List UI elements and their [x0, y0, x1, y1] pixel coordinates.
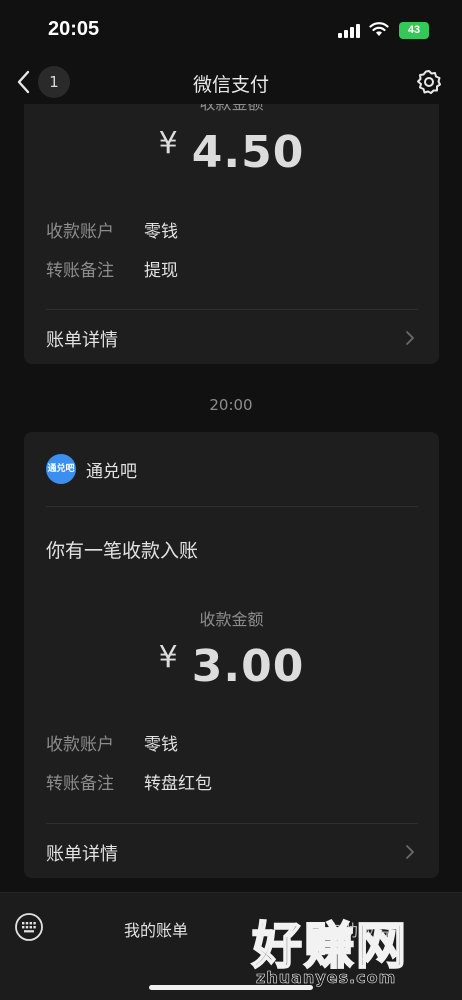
field-value: 零钱: [144, 222, 178, 242]
field-value: 转盘红包: [144, 774, 212, 794]
battery-icon: 43: [399, 22, 429, 39]
wifi-icon: [369, 22, 389, 36]
amount-display: ¥4.50: [24, 126, 439, 178]
field-label: 转账备注: [46, 261, 114, 281]
tab-self-service[interactable]: 自助服务: [326, 917, 390, 941]
bill-detail-label: 账单详情: [46, 330, 118, 351]
payment-card: 通兑吧 通兑吧 你有一笔收款入账 收款金额 ¥3.00 收款账户 零钱 转账备注转…: [24, 432, 439, 878]
status-bar: 20:05 43: [0, 0, 462, 60]
chevron-right-icon: [406, 845, 414, 859]
keyboard-icon[interactable]: [14, 912, 44, 942]
field-account: 收款账户 零钱: [46, 217, 178, 242]
field-label: 转账备注: [46, 774, 114, 794]
bill-detail-label: 账单详情: [46, 844, 118, 865]
signal-icon: [338, 24, 360, 38]
chevron-right-icon: [406, 331, 414, 345]
divider: [46, 309, 418, 310]
currency-symbol: ¥: [158, 640, 178, 675]
field-remark: 转账备注 提现: [46, 256, 178, 281]
bottom-menu-bar: 我的账单 自助服务: [0, 892, 462, 1000]
page-title: 微信支付: [192, 74, 269, 96]
field-label: 收款账户: [46, 222, 114, 242]
merchant-logo: 通兑吧: [46, 454, 76, 484]
merchant-name: 通兑吧: [86, 462, 137, 482]
field-label: 收款账户: [46, 735, 114, 755]
field-remark: 转账备注 转盘红包: [46, 769, 212, 794]
currency-symbol: ¥: [158, 126, 178, 161]
field-account: 收款账户 零钱: [46, 730, 178, 755]
tab-my-bill[interactable]: 我的账单: [124, 917, 188, 941]
divider: [46, 823, 418, 824]
notice-title: 你有一笔收款入账: [46, 540, 199, 562]
status-time: 20:05: [48, 18, 100, 40]
amount-value: 4.50: [191, 127, 305, 178]
payment-card: 收款金额 ¥4.50 收款账户零钱 转账备注提现 账单详情: [24, 92, 439, 364]
amount-label: 收款金额: [199, 610, 264, 629]
divider: [46, 506, 418, 507]
bill-detail-link[interactable]: 账单详情: [24, 312, 439, 362]
bill-detail-link[interactable]: 账单详情: [24, 826, 439, 876]
gear-icon[interactable]: [416, 69, 442, 95]
message-timestamp: 20:00: [209, 396, 253, 414]
nav-bar: 1 微信支付: [0, 60, 462, 104]
field-value: 提现: [144, 261, 178, 281]
amount-value: 3.00: [191, 641, 305, 692]
amount-display: ¥3.00: [24, 640, 439, 692]
home-indicator: [149, 985, 313, 990]
field-value: 零钱: [144, 735, 178, 755]
